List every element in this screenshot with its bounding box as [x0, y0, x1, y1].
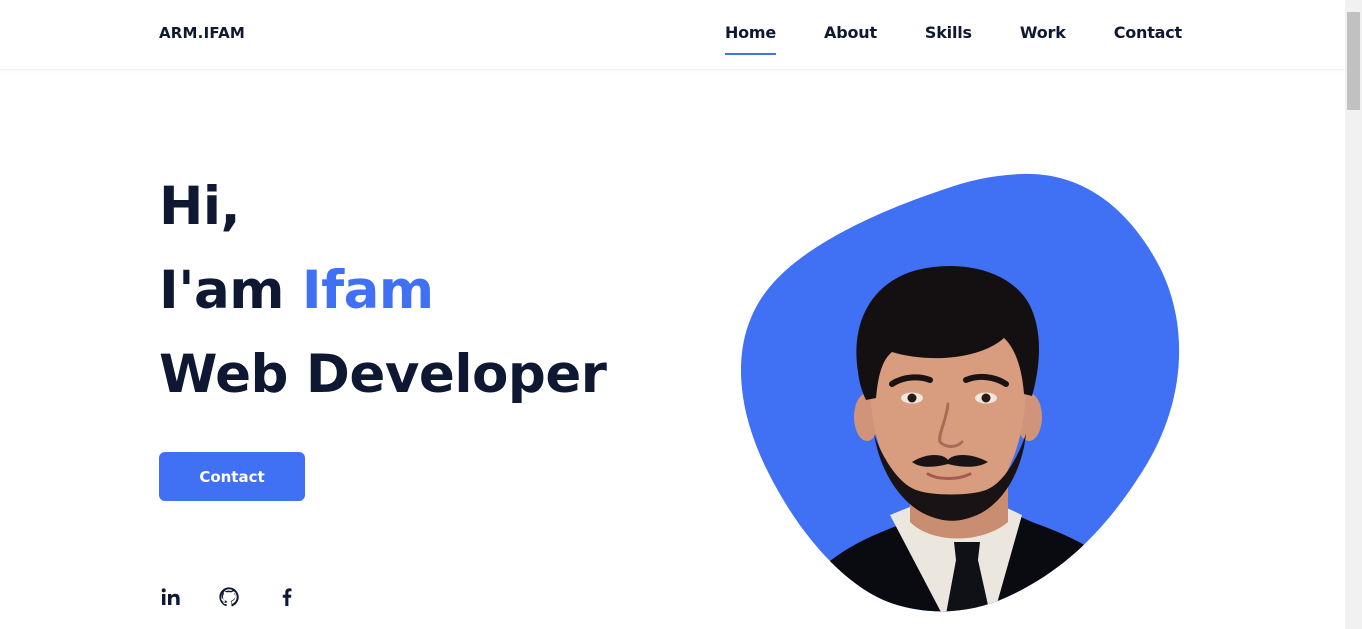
facebook-icon[interactable]	[276, 586, 298, 608]
profile-photo	[740, 173, 1180, 612]
nav-work[interactable]: Work	[1020, 23, 1066, 42]
hero-heading: Hi, I'am Ifam Web Developer	[159, 165, 607, 417]
main-nav: Home About Skills Work Contact	[724, 23, 1183, 55]
hero-role: Web Developer	[159, 344, 607, 405]
hero-greeting: Hi,	[159, 176, 241, 237]
nav-contact[interactable]: Contact	[1114, 23, 1183, 42]
nav-about[interactable]: About	[824, 23, 877, 42]
site-logo[interactable]: ARM.IFAM	[159, 24, 245, 42]
nav-skills[interactable]: Skills	[925, 23, 972, 42]
hero-intro-prefix: I'am	[159, 260, 284, 321]
hero-name: Ifam	[301, 260, 434, 321]
portrait-image	[740, 173, 1180, 612]
page: ARM.IFAM Home About Skills Work Contact …	[0, 0, 1362, 629]
social-links	[160, 586, 298, 608]
contact-button[interactable]: Contact	[159, 452, 305, 501]
github-icon[interactable]	[218, 586, 240, 608]
nav-home[interactable]: Home	[724, 23, 776, 55]
hero-intro: I'am Ifam	[159, 249, 606, 333]
scrollbar-thumb[interactable]	[1347, 12, 1360, 110]
vertical-scrollbar[interactable]	[1345, 0, 1362, 629]
linkedin-icon[interactable]	[160, 586, 182, 608]
site-header: ARM.IFAM Home About Skills Work Contact	[0, 0, 1345, 70]
